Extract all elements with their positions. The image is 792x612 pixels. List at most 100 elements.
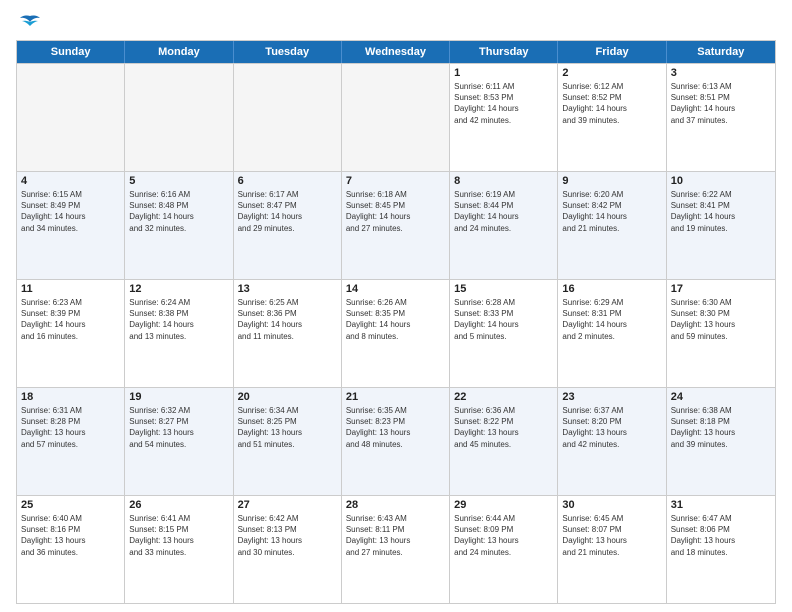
cell-info-line: Sunrise: 6:12 AM — [562, 81, 661, 92]
day-number: 13 — [238, 283, 337, 295]
day-number: 30 — [562, 499, 661, 511]
day-number: 27 — [238, 499, 337, 511]
cell-info-line: Sunrise: 6:38 AM — [671, 405, 771, 416]
cell-info-line: Sunrise: 6:34 AM — [238, 405, 337, 416]
cell-info-line: Sunset: 8:28 PM — [21, 416, 120, 427]
cell-info-line: Daylight: 14 hours — [346, 211, 445, 222]
cal-cell-13: 13Sunrise: 6:25 AMSunset: 8:36 PMDayligh… — [234, 280, 342, 387]
cal-cell-11: 11Sunrise: 6:23 AMSunset: 8:39 PMDayligh… — [17, 280, 125, 387]
day-number: 22 — [454, 391, 553, 403]
cell-info-line: and 21 minutes. — [562, 223, 661, 234]
logo-bird-icon — [16, 12, 44, 34]
cell-info-line: and 5 minutes. — [454, 331, 553, 342]
cell-info-line: and 54 minutes. — [129, 439, 228, 450]
cell-info-line: and 37 minutes. — [671, 115, 771, 126]
cell-info-line: and 42 minutes. — [454, 115, 553, 126]
cell-info-line: Sunset: 8:45 PM — [346, 200, 445, 211]
cell-info-line: Daylight: 14 hours — [21, 211, 120, 222]
cell-info-line: Sunrise: 6:47 AM — [671, 513, 771, 524]
cal-cell-23: 23Sunrise: 6:37 AMSunset: 8:20 PMDayligh… — [558, 388, 666, 495]
cell-info-line: and 30 minutes. — [238, 547, 337, 558]
cell-info-line: and 57 minutes. — [21, 439, 120, 450]
cal-cell-19: 19Sunrise: 6:32 AMSunset: 8:27 PMDayligh… — [125, 388, 233, 495]
cell-info-line: Sunrise: 6:40 AM — [21, 513, 120, 524]
cell-info-line: Sunrise: 6:26 AM — [346, 297, 445, 308]
cell-info-line: Daylight: 13 hours — [454, 535, 553, 546]
cell-info-line: Daylight: 13 hours — [671, 319, 771, 330]
cell-info-line: and 33 minutes. — [129, 547, 228, 558]
cal-cell-1: 1Sunrise: 6:11 AMSunset: 8:53 PMDaylight… — [450, 64, 558, 171]
cal-cell-6: 6Sunrise: 6:17 AMSunset: 8:47 PMDaylight… — [234, 172, 342, 279]
cell-info-line: Sunrise: 6:25 AM — [238, 297, 337, 308]
cell-info-line: and 39 minutes. — [562, 115, 661, 126]
cell-info-line: Sunset: 8:18 PM — [671, 416, 771, 427]
cal-cell-20: 20Sunrise: 6:34 AMSunset: 8:25 PMDayligh… — [234, 388, 342, 495]
cell-info-line: Daylight: 13 hours — [238, 427, 337, 438]
day-number: 17 — [671, 283, 771, 295]
header-day-friday: Friday — [558, 41, 666, 63]
cal-cell-27: 27Sunrise: 6:42 AMSunset: 8:13 PMDayligh… — [234, 496, 342, 603]
cell-info-line: Daylight: 14 hours — [562, 103, 661, 114]
cell-info-line: Daylight: 14 hours — [346, 319, 445, 330]
cal-cell-empty — [125, 64, 233, 171]
cell-info-line: Sunrise: 6:41 AM — [129, 513, 228, 524]
cell-info-line: and 2 minutes. — [562, 331, 661, 342]
cal-cell-28: 28Sunrise: 6:43 AMSunset: 8:11 PMDayligh… — [342, 496, 450, 603]
cell-info-line: and 8 minutes. — [346, 331, 445, 342]
cell-info-line: Sunset: 8:47 PM — [238, 200, 337, 211]
day-number: 18 — [21, 391, 120, 403]
day-number: 29 — [454, 499, 553, 511]
cell-info-line: Daylight: 14 hours — [454, 103, 553, 114]
header-day-saturday: Saturday — [667, 41, 775, 63]
cal-cell-17: 17Sunrise: 6:30 AMSunset: 8:30 PMDayligh… — [667, 280, 775, 387]
header-day-wednesday: Wednesday — [342, 41, 450, 63]
week-row-4: 18 Sunrise: 6:31 AMSunset: 8:28 PM Dayligh… — [17, 387, 775, 495]
cell-info-line: and 48 minutes. — [346, 439, 445, 450]
cell-info-line: Daylight: 13 hours — [238, 535, 337, 546]
cell-info-line: Daylight: 13 hours — [21, 535, 120, 546]
cal-cell-empty — [342, 64, 450, 171]
cell-info-line: and 27 minutes. — [346, 223, 445, 234]
cal-cell-2: 2 Sunrise: 6:12 AMSunset: 8:52 PMDaylight… — [558, 64, 666, 171]
cell-info-line: Sunset: 8:49 PM — [21, 200, 120, 211]
day-number: 10 — [671, 175, 771, 187]
cell-info-line: Sunset: 8:41 PM — [671, 200, 771, 211]
cal-cell-26: 26Sunrise: 6:41 AMSunset: 8:15 PMDayligh… — [125, 496, 233, 603]
day-number: 3 — [671, 67, 771, 79]
cal-cell-5: 5Sunrise: 6:16 AMSunset: 8:48 PMDaylight… — [125, 172, 233, 279]
cell-info-line: Sunrise: 6:16 AM — [129, 189, 228, 200]
cell-info-line: Sunset: 8:15 PM — [129, 524, 228, 535]
cal-cell-12: 12Sunrise: 6:24 AMSunset: 8:38 PMDayligh… — [125, 280, 233, 387]
cell-info-line: Daylight: 13 hours — [562, 535, 661, 546]
cell-info-line: Daylight: 13 hours — [454, 427, 553, 438]
day-number: 31 — [671, 499, 771, 511]
day-number: 2 — [562, 67, 661, 79]
cell-info-line: Sunset: 8:30 PM — [671, 308, 771, 319]
cal-cell-16: 16Sunrise: 6:29 AMSunset: 8:31 PMDayligh… — [558, 280, 666, 387]
cell-info-line: and 45 minutes. — [454, 439, 553, 450]
logo — [16, 12, 48, 34]
cell-info-line: Daylight: 13 hours — [671, 535, 771, 546]
cal-cell-4: 4Sunrise: 6:15 AMSunset: 8:49 PMDaylight… — [17, 172, 125, 279]
cell-info-line: Sunrise: 6:22 AM — [671, 189, 771, 200]
day-number: 21 — [346, 391, 445, 403]
cell-info-line: Sunrise: 6:31 AM — [21, 405, 120, 416]
cell-info-line: Sunset: 8:33 PM — [454, 308, 553, 319]
cell-info-line: Daylight: 14 hours — [671, 103, 771, 114]
page: SundayMondayTuesdayWednesdayThursdayFrid… — [0, 0, 792, 612]
cell-info-line: Daylight: 14 hours — [238, 319, 337, 330]
week-row-2: 4Sunrise: 6:15 AMSunset: 8:49 PMDaylight… — [17, 171, 775, 279]
cell-info-line: Daylight: 13 hours — [562, 427, 661, 438]
cal-cell-24: 24Sunrise: 6:38 AMSunset: 8:18 PMDayligh… — [667, 388, 775, 495]
header-day-sunday: Sunday — [17, 41, 125, 63]
cell-info-line: Sunset: 8:06 PM — [671, 524, 771, 535]
cell-info-line: Sunset: 8:52 PM — [562, 92, 661, 103]
cell-info-line: Sunset: 8:13 PM — [238, 524, 337, 535]
cell-info-line: Sunset: 8:07 PM — [562, 524, 661, 535]
day-number: 7 — [346, 175, 445, 187]
cell-info-line: and 29 minutes. — [238, 223, 337, 234]
cell-info-line: Sunset: 8:27 PM — [129, 416, 228, 427]
day-number: 19 — [129, 391, 228, 403]
cell-info-line: Sunrise: 6:20 AM — [562, 189, 661, 200]
cal-cell-empty — [17, 64, 125, 171]
